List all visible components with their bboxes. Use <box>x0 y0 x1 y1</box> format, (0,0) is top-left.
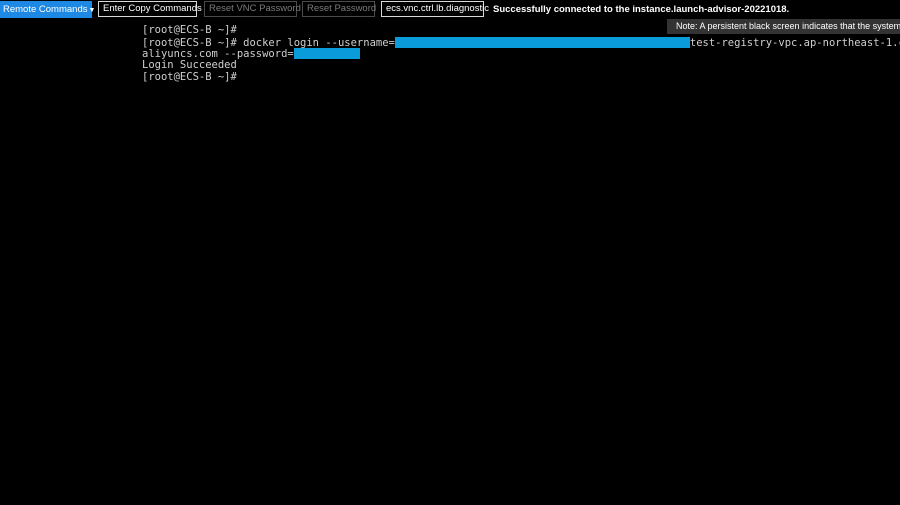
connection-status: Successfully connected to the instance.l… <box>493 4 790 15</box>
caret-down-icon: ▼ <box>88 7 96 14</box>
redacted-password <box>293 48 360 60</box>
vnc-toolbar: Remote Commands▼ Enter Copy Commands Res… <box>0 0 900 19</box>
reset-password-button[interactable]: Reset Password <box>302 1 376 17</box>
login-result: Login Succeeded <box>142 59 237 72</box>
enter-copy-commands-button[interactable]: Enter Copy Commands <box>98 1 202 17</box>
terminal-line: [root@ECS-B ~]# <box>142 24 900 37</box>
remote-commands-button[interactable]: Remote Commands▼ <box>0 1 96 18</box>
terminal-line: Login Succeeded <box>142 59 900 72</box>
registry-host-part1: test-registry-vpc.ap-northeast-1.cr. <box>689 36 900 49</box>
terminal-line: [root@ECS-B ~]# docker login --username=… <box>142 36 900 49</box>
terminal-prompt: [root@ECS-B ~]# <box>142 70 237 83</box>
redacted-username <box>394 36 690 48</box>
terminal-line: [root@ECS-B ~]# <box>142 70 900 84</box>
diagnostic-button[interactable]: ecs.vnc.ctrl.lb.diagnostic <box>381 1 489 17</box>
terminal-prompt: [root@ECS-B ~]# <box>142 24 237 36</box>
reset-vnc-password-button[interactable]: Reset VNC Password <box>204 1 301 17</box>
remote-commands-label: Remote Commands <box>3 4 88 15</box>
vnc-terminal[interactable]: [root@ECS-B ~]# [root@ECS-B ~]# docker l… <box>142 24 900 84</box>
terminal-line: aliyuncs.com --password= <box>142 48 900 60</box>
docker-login-command: [root@ECS-B ~]# docker login --username= <box>142 36 395 49</box>
